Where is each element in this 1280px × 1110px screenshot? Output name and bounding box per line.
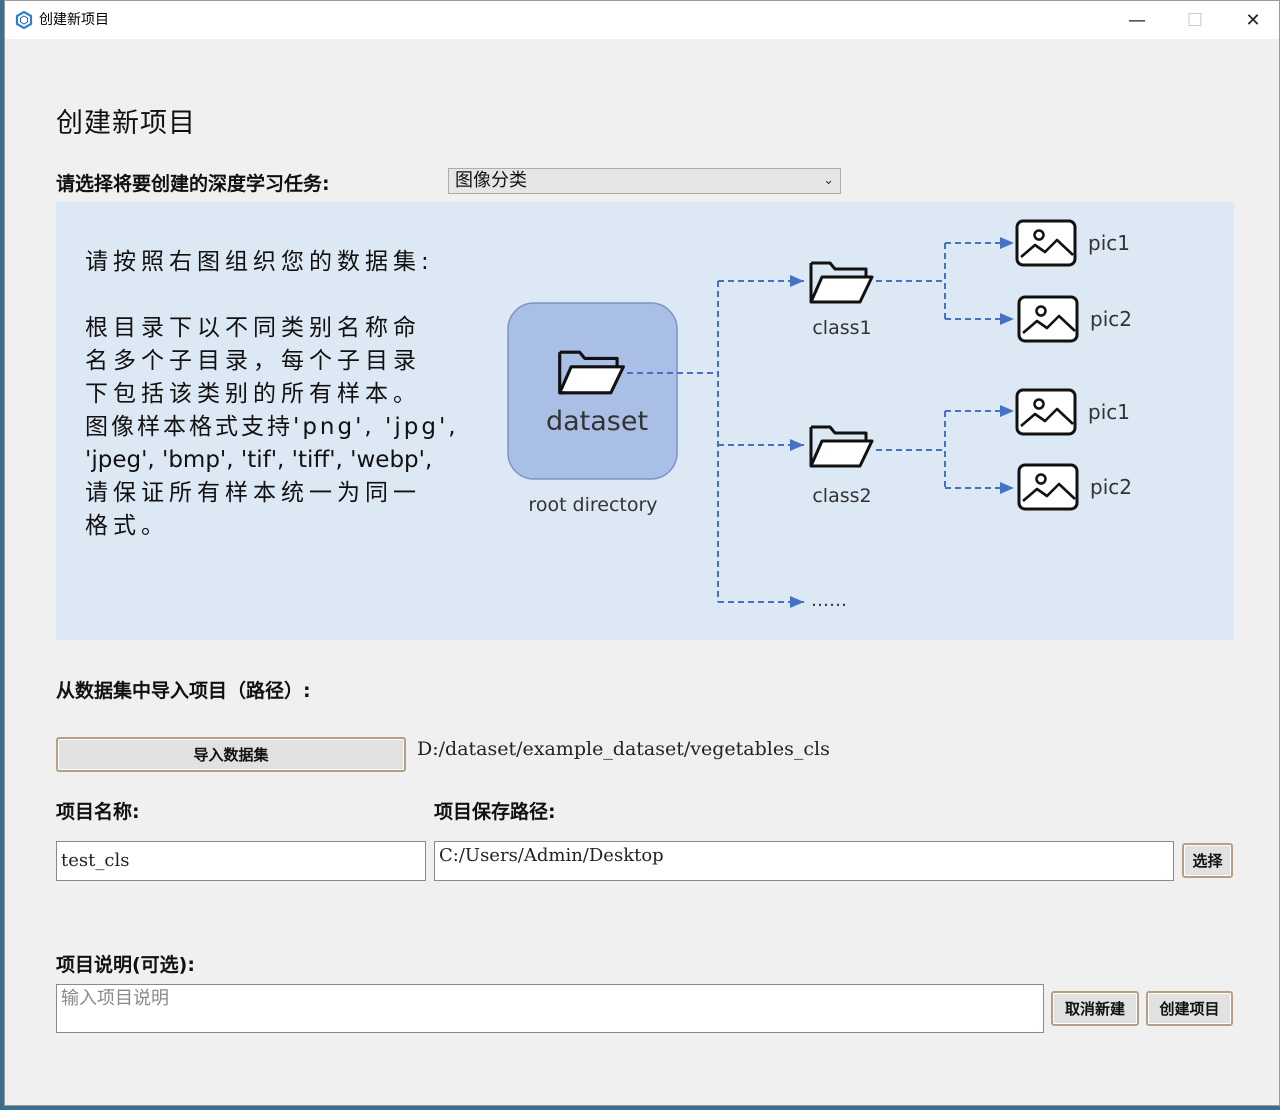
dataset-structure-panel: 请按照右图组织您的数据集: 根目录下以不同类别名称命 名多个子目录，每个子目录 … <box>56 202 1234 640</box>
app-logo-icon <box>15 11 33 29</box>
root-caption: root directory <box>528 494 657 516</box>
task-label: 请选择将要创建的深度学习任务: <box>56 173 330 195</box>
maximize-button[interactable]: ☐ <box>1166 1 1224 39</box>
dataset-tree-diagram: dataset root directory class1 class2 pic… <box>507 219 1132 611</box>
description-input[interactable]: 输入项目说明 <box>56 984 1044 1033</box>
project-name-input[interactable]: test_cls <box>56 841 426 881</box>
window-title: 创建新项目 <box>39 12 109 28</box>
pic1-label: pic1 <box>1088 400 1130 424</box>
create-project-window: 创建新项目 — ☐ ✕ 创建新项目 请选择将要创建的深度学习任务: 图像分类 ⌄… <box>4 0 1280 1106</box>
minimize-button[interactable]: — <box>1108 1 1166 39</box>
class1-folder-icon <box>809 261 874 304</box>
chevron-down-icon: ⌄ <box>823 173 834 188</box>
class2-label: class2 <box>812 485 871 507</box>
description-label: 项目说明(可选): <box>56 954 195 976</box>
task-select[interactable]: 图像分类 ⌄ <box>448 168 841 194</box>
title-bar: 创建新项目 — ☐ ✕ <box>5 1 1279 39</box>
close-button[interactable]: ✕ <box>1224 1 1280 39</box>
create-project-button[interactable]: 创建项目 <box>1146 991 1233 1026</box>
picture-icon <box>1017 295 1079 343</box>
pic1-label: pic1 <box>1088 231 1130 255</box>
save-path-label: 项目保存路径: <box>434 801 556 823</box>
more-ellipsis: …… <box>811 590 847 611</box>
pic2-label: pic2 <box>1090 307 1132 331</box>
class2-folder-icon <box>809 425 874 468</box>
page-title: 创建新项目 <box>56 108 196 139</box>
picture-icon <box>1015 219 1077 267</box>
choose-path-button[interactable]: 选择 <box>1182 843 1233 878</box>
import-dataset-button[interactable]: 导入数据集 <box>56 737 406 772</box>
pic2-label: pic2 <box>1090 475 1132 499</box>
class1-label: class1 <box>812 317 871 339</box>
picture-icon <box>1017 463 1079 511</box>
import-path-text: D:/dataset/example_dataset/vegetables_cl… <box>417 738 830 760</box>
cancel-button[interactable]: 取消新建 <box>1051 991 1139 1026</box>
root-label: dataset <box>546 406 648 437</box>
task-select-value: 图像分类 <box>455 170 527 191</box>
import-label: 从数据集中导入项目（路径）: <box>56 680 311 702</box>
picture-icon <box>1015 388 1077 436</box>
save-path-input[interactable]: C:/Users/Admin/Desktop <box>434 841 1174 881</box>
project-name-label: 项目名称: <box>56 801 140 823</box>
